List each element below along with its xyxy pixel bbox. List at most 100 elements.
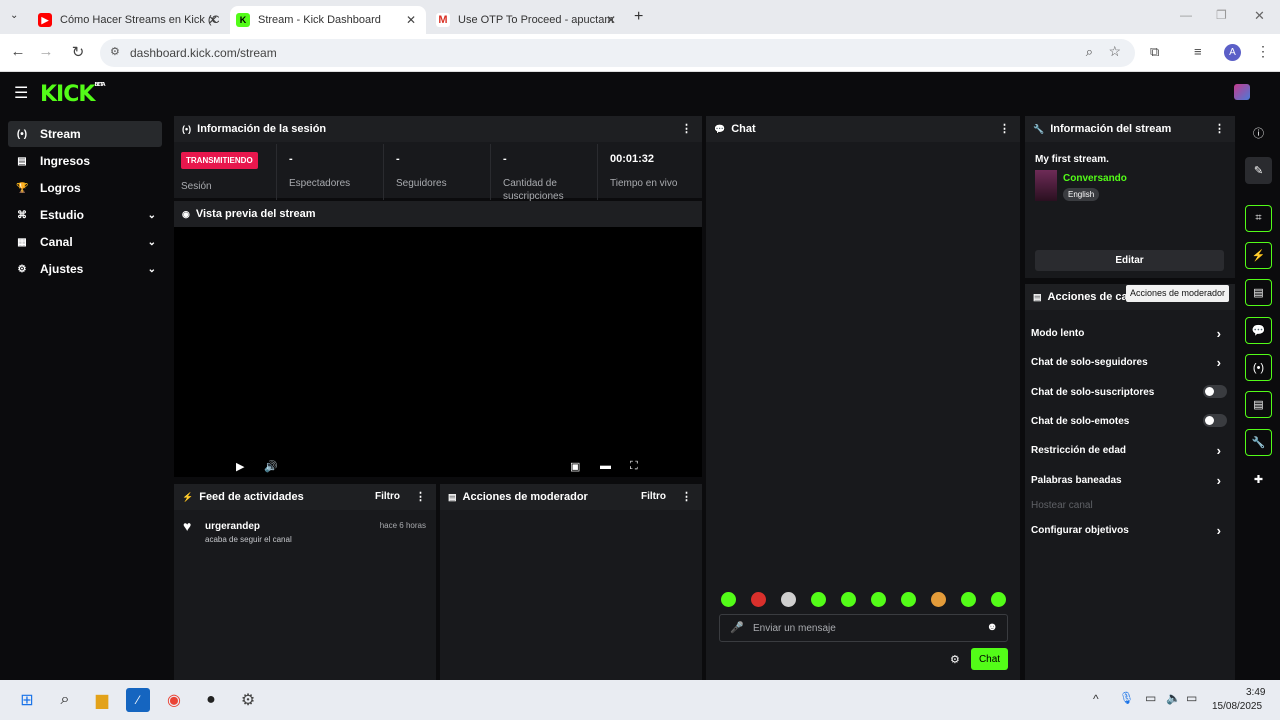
browser-tab-gmail[interactable]: M Use OTP To Proceed - apuctam ✕ [430, 6, 626, 34]
subscribers-only-toggle[interactable] [1203, 385, 1227, 398]
channel-icon: ▦ [17, 236, 27, 248]
filter-button[interactable]: Filtro [641, 491, 666, 502]
volume-icon[interactable]: 🔊 [264, 460, 278, 473]
sidebar-item-ingresos[interactable]: ▤ Ingresos [8, 148, 162, 174]
maximize-icon[interactable]: ❐ [1216, 8, 1227, 22]
theatre-mode-icon[interactable]: ▬ [600, 460, 611, 472]
battery-icon[interactable]: ▭ [1186, 691, 1197, 705]
moderator-actions-icon[interactable]: ▤ [1245, 279, 1272, 306]
stat-label: Cantidad de suscripciones [503, 178, 564, 202]
chat-send-button[interactable]: Chat [971, 648, 1008, 670]
slow-mode-row[interactable]: Modo lento › [1031, 326, 1227, 341]
wrench-icon[interactable]: 🔧 [1245, 429, 1272, 456]
volume-icon[interactable]: 🔈 [1166, 691, 1181, 705]
chat-icon[interactable]: 💬 [1245, 317, 1272, 344]
reload-icon[interactable]: ↻ [68, 43, 88, 61]
emote-icon[interactable] [901, 592, 916, 607]
file-explorer-icon[interactable]: ▆ [90, 688, 114, 712]
close-tab-icon[interactable]: ✕ [208, 13, 218, 27]
emote-icon[interactable] [931, 592, 946, 607]
browser-tab-kick[interactable]: K Stream - Kick Dashboard ✕ [230, 6, 426, 34]
bookmark-star-icon[interactable]: ☆ [1108, 43, 1121, 60]
obs-icon[interactable]: ● [199, 688, 223, 712]
stat-value: - [396, 153, 400, 165]
edit-pencil-icon[interactable]: ✎ [1245, 157, 1272, 184]
play-icon[interactable]: ▶ [236, 460, 244, 473]
sidebar-item-label: Ingresos [40, 154, 91, 168]
emote-icon[interactable] [961, 592, 976, 607]
emote-icon[interactable] [721, 592, 736, 607]
chevron-right-icon: › [1216, 443, 1221, 458]
user-avatar[interactable] [1234, 84, 1250, 100]
emotes-only-toggle[interactable] [1203, 414, 1227, 427]
more-options-icon[interactable]: ⋮ [681, 122, 692, 135]
browser-tab-youtube[interactable]: ▶ Cómo Hacer Streams en Kick (C ✕ [32, 6, 228, 34]
close-tab-icon[interactable]: ✕ [606, 13, 616, 27]
banned-words-row[interactable]: Palabras baneadas › [1031, 473, 1227, 488]
new-tab-icon[interactable]: + [634, 8, 643, 26]
profile-avatar[interactable]: A [1224, 44, 1241, 61]
sidebar-item-canal[interactable]: ▦ Canal ⌄ [8, 229, 162, 255]
emote-icon[interactable] [991, 592, 1006, 607]
tab-list-chevron-icon[interactable]: ⌄ [10, 10, 18, 21]
picture-in-picture-icon[interactable]: ▣ [570, 460, 580, 473]
channel-actions-icon[interactable]: ▤ [1245, 391, 1272, 418]
forward-icon[interactable]: → [36, 43, 56, 60]
fullscreen-icon[interactable]: ⛶ [630, 460, 638, 473]
editor-app-icon[interactable]: ⁄ [126, 688, 150, 712]
add-widget-icon[interactable]: ✚ [1245, 466, 1272, 493]
more-options-icon[interactable]: ⋮ [415, 490, 426, 503]
emote-icon[interactable] [811, 592, 826, 607]
emote-icon[interactable] [751, 592, 766, 607]
kick-logo[interactable]: KICKBETA [40, 82, 106, 107]
close-tab-icon[interactable]: ✕ [406, 13, 416, 27]
panel-title: Información de la sesión [197, 123, 327, 135]
emote-icon[interactable] [841, 592, 856, 607]
stream-video-player[interactable] [174, 227, 702, 477]
media-controls-icon[interactable]: ≡ [1194, 44, 1202, 59]
lightning-icon[interactable]: ⚡ [1245, 242, 1272, 269]
filter-button[interactable]: Filtro [375, 491, 400, 502]
more-options-icon[interactable]: ⋮ [999, 122, 1010, 135]
clock-date[interactable]: 15/08/2025 [1212, 701, 1262, 712]
sidebar-item-ajustes[interactable]: ⚙ Ajustes ⌄ [8, 256, 162, 282]
settings-icon[interactable]: ⚙ [236, 688, 260, 712]
windows-start-icon[interactable]: ⊞ [15, 688, 39, 712]
extensions-icon[interactable]: ⧉ [1150, 44, 1159, 60]
search-icon[interactable]: ⌕ [53, 688, 77, 712]
address-bar[interactable]: ⚙ dashboard.kick.com/stream ⌕ ☆ [100, 39, 1135, 67]
edit-button[interactable]: Editar [1035, 250, 1224, 271]
session-info-panel: (•) Información de la sesión ⋮ TRANSMITI… [174, 116, 702, 202]
network-icon[interactable]: ▭ [1145, 691, 1156, 705]
browser-menu-icon[interactable]: ⋮ [1256, 43, 1270, 60]
emoji-icon[interactable]: ☻ [986, 621, 998, 633]
emote-icon[interactable] [871, 592, 886, 607]
minimize-icon[interactable]: — [1180, 8, 1192, 22]
site-info-icon[interactable]: ⚙ [110, 45, 120, 58]
stream-category[interactable]: Conversando [1063, 173, 1127, 184]
more-options-icon[interactable]: ⋮ [1214, 122, 1225, 135]
emote-icon[interactable] [781, 592, 796, 607]
zoom-icon[interactable]: ⌕ [1086, 44, 1093, 60]
age-restriction-row[interactable]: Restricción de edad › [1031, 443, 1227, 458]
sidebar-item-stream[interactable]: (•) Stream [8, 121, 162, 147]
chat-settings-icon[interactable]: ⚙ [950, 653, 960, 666]
back-icon[interactable]: ← [8, 43, 28, 60]
info-icon[interactable]: ⓘ [1245, 119, 1272, 146]
chat-input[interactable]: 🎤 Enviar un mensaje ☻ [719, 614, 1008, 642]
tray-chevron-icon[interactable]: ^ [1093, 692, 1099, 706]
panel-title: Acciones de moderador [462, 491, 588, 503]
sidebar-item-estudio[interactable]: ⌘ Estudio ⌄ [8, 202, 162, 228]
microphone-icon[interactable]: 🎙 [1119, 691, 1134, 705]
microphone-icon[interactable]: 🎤 [730, 621, 744, 634]
clock-time[interactable]: 3:49 [1246, 687, 1265, 698]
configure-goals-row[interactable]: Configurar objetivos › [1031, 523, 1227, 538]
close-window-icon[interactable]: ✕ [1254, 8, 1265, 24]
broadcast-icon[interactable]: (•) [1245, 354, 1272, 381]
more-options-icon[interactable]: ⋮ [681, 490, 692, 503]
followers-only-row[interactable]: Chat de solo-seguidores › [1031, 355, 1227, 370]
focus-icon[interactable]: ⌗ [1245, 205, 1272, 232]
hamburger-menu-icon[interactable]: ☰ [14, 83, 28, 103]
sidebar-item-logros[interactable]: 🏆 Logros [8, 175, 162, 201]
chrome-icon[interactable]: ◉ [162, 688, 186, 712]
